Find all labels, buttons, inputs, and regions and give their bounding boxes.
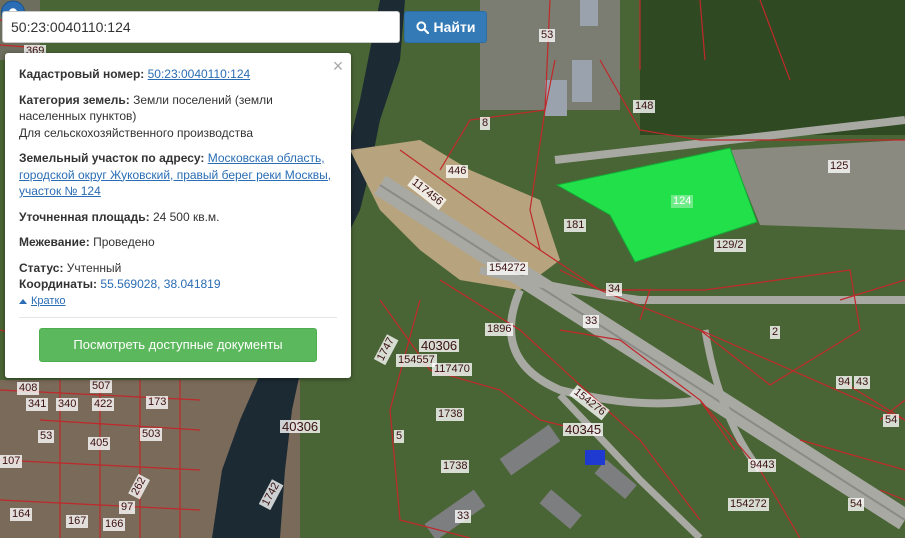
cadastral-number-link[interactable]: 50:23:0040110:124 (148, 67, 251, 81)
search-button[interactable]: Найти (404, 11, 487, 43)
parcel-label: 1896 (485, 323, 514, 336)
parcel-label: 53 (38, 430, 55, 443)
parcel-label: 54 (848, 498, 865, 511)
divider (19, 317, 337, 318)
area-value: 24 500 кв.м. (152, 209, 220, 224)
triangle-up-icon (19, 298, 27, 304)
coordinates-value: 55.569028, 38.041819 (100, 277, 221, 291)
land-category-row: Категория земель: Земли поселений (земли… (19, 92, 337, 142)
survey-row: Межевание: Проведено (19, 234, 337, 251)
parcel-label: 8 (480, 117, 491, 130)
parcel-label: 94 (836, 376, 853, 389)
parcel-label: 117470 (432, 363, 472, 376)
parcel-label: 34 (606, 283, 623, 296)
parcel-label: 166 (103, 518, 126, 531)
area-label: Уточненная площадь: (19, 209, 150, 224)
parcel-label: 125 (828, 160, 851, 173)
parcel-label: 148 (633, 100, 656, 113)
parcel-label: 1738 (441, 460, 470, 473)
parcel-label: 1738 (436, 408, 465, 421)
parcel-label: 33 (455, 510, 472, 523)
address-row: Земельный участок по адресу: Московская … (19, 150, 337, 200)
parcel-label: 408 (17, 382, 40, 395)
status-label: Статус: (19, 260, 64, 275)
parcel-label: 43 (854, 376, 871, 389)
area-row: Уточненная площадь: 24 500 кв.м. (19, 209, 337, 226)
parcel-label: 40306 (419, 338, 460, 353)
parcel-label: 164 (10, 508, 33, 521)
parcel-label: 97 (119, 501, 136, 514)
view-documents-button[interactable]: Посмотреть доступные документы (39, 328, 317, 362)
parcel-label: 446 (446, 165, 469, 178)
parcel-label: 9443 (748, 459, 777, 472)
search-icon (415, 20, 429, 34)
cadastral-search-input[interactable] (2, 11, 400, 43)
parcel-label: 405 (88, 437, 111, 450)
parcel-label: 173 (146, 396, 169, 409)
search-button-label: Найти (433, 19, 476, 35)
parcel-label: 40306 (280, 419, 321, 434)
land-use-value: Для сельскохозяйственного производства (19, 125, 254, 140)
parcel-label: 107 (0, 455, 23, 468)
address-label: Земельный участок по адресу: (19, 151, 205, 165)
land-category-label: Категория земель: (19, 92, 130, 107)
close-icon[interactable]: × (331, 57, 345, 75)
parcel-label: 341 (26, 398, 49, 411)
parcel-label: 167 (66, 515, 89, 528)
parcel-label: 53 (539, 29, 556, 42)
collapse-label: Кратко (31, 295, 66, 307)
collapse-toggle[interactable]: Кратко (19, 295, 66, 307)
survey-value: Проведено (93, 235, 155, 249)
parcel-info-popup: × Кадастровый номер: 50:23:0040110:124 К… (5, 53, 351, 378)
coordinates-row: Координаты: 55.569028, 38.041819 (19, 276, 337, 293)
parcel-label: 33 (583, 315, 600, 328)
parcel-label: 54 (883, 414, 900, 427)
parcel-label: 507 (90, 380, 113, 393)
parcel-label: 181 (564, 219, 587, 232)
cadastral-number-label: Кадастровый номер: (19, 67, 145, 81)
coordinates-label: Координаты: (19, 277, 98, 291)
status-row: Статус: Учтенный (19, 260, 337, 277)
parcel-label: 40345 (563, 422, 604, 437)
parcel-label: 124 (671, 195, 694, 208)
survey-label: Межевание: (19, 235, 90, 249)
parcel-label: 503 (140, 428, 163, 441)
cadastral-number-row: Кадастровый номер: 50:23:0040110:124 (19, 66, 337, 83)
parcel-label: 154557 (396, 354, 437, 367)
parcel-label: 154272 (487, 262, 528, 275)
parcel-label: 154272 (728, 498, 769, 511)
parcel-label: 129/2 (714, 239, 746, 252)
parcel-label: 2 (770, 326, 781, 339)
parcel-label: 422 (92, 398, 115, 411)
parcel-label: 5 (394, 430, 405, 443)
status-value: Учтенный (66, 260, 122, 275)
parcel-label: 340 (56, 398, 79, 411)
